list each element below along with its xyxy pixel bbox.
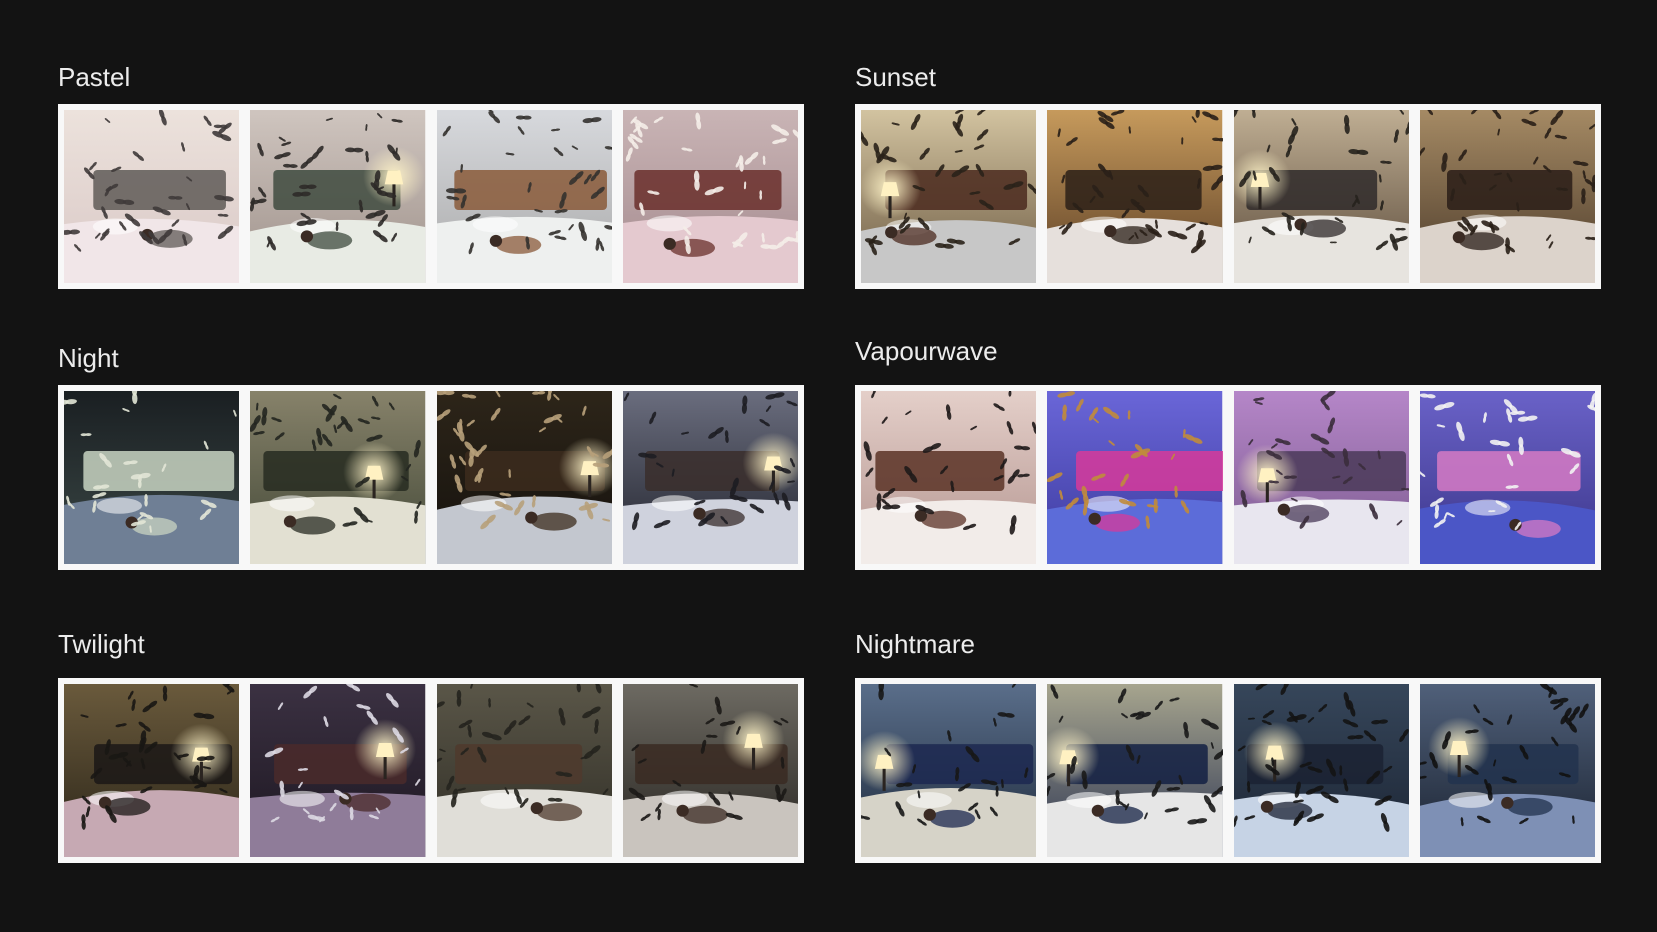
group-title: Nightmare <box>855 629 975 659</box>
bedroom-moth-image <box>1047 110 1223 283</box>
image-thumbnail[interactable] <box>250 110 426 283</box>
bedroom-moth-image <box>622 391 798 564</box>
bedroom-moth-image <box>64 391 240 564</box>
image-thumbnail[interactable] <box>622 684 798 857</box>
image-strip <box>58 104 804 289</box>
group-title: Night <box>58 343 119 373</box>
bedroom-moth-image <box>436 391 612 564</box>
bedroom-moth-image <box>64 110 240 283</box>
bedroom-moth-image <box>1419 684 1595 857</box>
image-thumbnail[interactable] <box>1419 684 1595 857</box>
bedroom-moth-image <box>861 684 1037 857</box>
bedroom-moth-image <box>436 110 612 283</box>
image-thumbnail[interactable] <box>861 110 1037 283</box>
image-thumbnail[interactable] <box>64 391 240 564</box>
group-title: Pastel <box>58 62 131 92</box>
image-strip <box>58 385 804 570</box>
image-thumbnail[interactable] <box>436 391 612 564</box>
bedroom-moth-image <box>250 391 426 564</box>
image-strip <box>58 678 804 863</box>
bedroom-moth-image <box>250 684 426 857</box>
bedroom-moth-image <box>1419 391 1595 564</box>
group-title: Twilight <box>58 629 145 659</box>
bedroom-moth-image <box>250 110 426 283</box>
bedroom-moth-image <box>1233 391 1409 564</box>
bedroom-moth-image <box>1047 391 1223 564</box>
image-thumbnail[interactable] <box>64 684 240 857</box>
image-strip <box>855 104 1601 289</box>
image-thumbnail[interactable] <box>1233 684 1409 857</box>
bedroom-moth-image <box>1233 684 1409 857</box>
image-thumbnail[interactable] <box>622 110 798 283</box>
image-thumbnail[interactable] <box>1419 110 1595 283</box>
bedroom-moth-image <box>64 684 240 857</box>
bedroom-moth-image <box>861 110 1037 283</box>
bedroom-moth-image <box>861 391 1037 564</box>
image-thumbnail[interactable] <box>1233 391 1409 564</box>
image-thumbnail[interactable] <box>1047 684 1223 857</box>
bedroom-moth-image <box>622 684 798 857</box>
image-thumbnail[interactable] <box>436 110 612 283</box>
image-thumbnail[interactable] <box>622 391 798 564</box>
image-strip <box>855 678 1601 863</box>
bedroom-moth-image <box>436 684 612 857</box>
image-thumbnail[interactable] <box>1047 391 1223 564</box>
group-title: Vapourwave <box>855 336 998 366</box>
bedroom-moth-image <box>1233 110 1409 283</box>
bedroom-moth-image <box>1047 684 1223 857</box>
image-thumbnail[interactable] <box>64 110 240 283</box>
group-title: Sunset <box>855 62 936 92</box>
image-thumbnail[interactable] <box>250 684 426 857</box>
bedroom-moth-image <box>1419 110 1595 283</box>
image-thumbnail[interactable] <box>436 684 612 857</box>
image-strip <box>855 385 1601 570</box>
bedroom-moth-image <box>622 110 798 283</box>
image-thumbnail[interactable] <box>1419 391 1595 564</box>
image-thumbnail[interactable] <box>1233 110 1409 283</box>
image-thumbnail[interactable] <box>861 684 1037 857</box>
image-thumbnail[interactable] <box>861 391 1037 564</box>
image-thumbnail[interactable] <box>1047 110 1223 283</box>
image-thumbnail[interactable] <box>250 391 426 564</box>
